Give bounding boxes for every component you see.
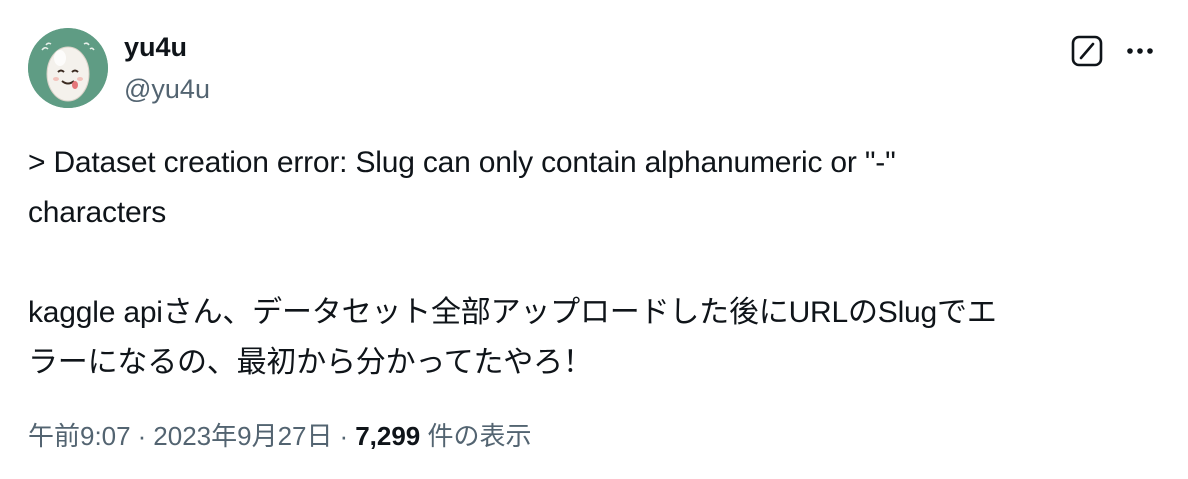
- views-label: 件の表示: [427, 421, 532, 451]
- separator: ·: [137, 421, 147, 451]
- views-link[interactable]: 7,299 件の表示: [355, 421, 531, 451]
- tweet-card: yu4u @yu4u > Dataset creation error: Slu…: [0, 0, 1188, 479]
- tweet-metadata: 午前9:07 · 2023年9月27日 · 7,299 件の表示: [28, 418, 532, 454]
- more-horizontal-icon: [1127, 48, 1153, 54]
- slash-box-icon: [1071, 35, 1103, 67]
- tweet-time: 午前9:07: [28, 421, 131, 451]
- views-count: 7,299: [355, 421, 421, 451]
- tweet-paragraph-2: kaggle apiさん、データセット全部アップロードした後にURLのSlugで…: [28, 296, 997, 379]
- tweet-text: > Dataset creation error: Slug can only …: [28, 138, 1158, 388]
- tweet-timestamp-link[interactable]: 午前9:07 · 2023年9月27日: [28, 421, 333, 451]
- tweet-date: 2023年9月27日: [153, 421, 333, 451]
- grok-button[interactable]: [1070, 34, 1104, 68]
- separator: ·: [339, 421, 349, 451]
- author-handle[interactable]: @yu4u: [124, 72, 210, 106]
- tweet-paragraph-1: > Dataset creation error: Slug can only …: [28, 146, 896, 229]
- avatar[interactable]: [28, 28, 108, 108]
- more-options-button[interactable]: [1120, 34, 1160, 68]
- author-display-name[interactable]: yu4u: [124, 30, 187, 64]
- egg-character-avatar-icon: [28, 28, 108, 108]
